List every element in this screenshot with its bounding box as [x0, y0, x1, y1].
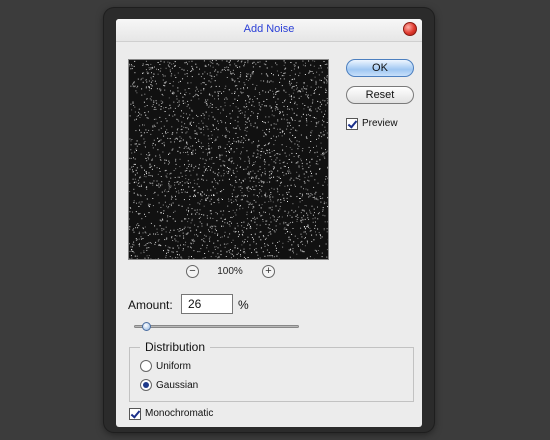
- amount-input[interactable]: [181, 294, 233, 314]
- amount-unit: %: [238, 298, 249, 312]
- title-bar[interactable]: Add Noise: [116, 19, 422, 42]
- monochromatic-label: Monochromatic: [145, 408, 214, 419]
- noise-preview-image: [129, 60, 328, 259]
- preview-label: Preview: [362, 118, 398, 129]
- gaussian-label: Gaussian: [156, 380, 199, 391]
- amount-slider-thumb[interactable]: [142, 322, 152, 331]
- zoom-in-icon[interactable]: +: [262, 265, 275, 278]
- distribution-title: Distribution: [140, 340, 211, 354]
- amount-label: Amount:: [128, 298, 173, 312]
- dialog-title: Add Noise: [243, 23, 295, 35]
- noise-preview[interactable]: [128, 59, 329, 260]
- close-icon[interactable]: [403, 22, 417, 36]
- distribution-group: [129, 347, 414, 402]
- dialog-body: Add Noise − 100% + OK Reset Preview Amou…: [116, 19, 422, 427]
- zoom-out-icon[interactable]: −: [186, 265, 199, 278]
- amount-slider-track[interactable]: [134, 325, 299, 328]
- monochromatic-checkbox[interactable]: [129, 408, 141, 420]
- preview-checkbox[interactable]: [346, 118, 358, 130]
- ok-button[interactable]: OK: [346, 59, 414, 77]
- reset-button[interactable]: Reset: [346, 86, 414, 104]
- gaussian-radio[interactable]: [140, 379, 152, 391]
- uniform-radio[interactable]: [140, 360, 152, 372]
- uniform-label: Uniform: [156, 361, 192, 372]
- zoom-level: 100%: [217, 266, 243, 277]
- add-noise-dialog: Add Noise − 100% + OK Reset Preview Amou…: [104, 8, 434, 432]
